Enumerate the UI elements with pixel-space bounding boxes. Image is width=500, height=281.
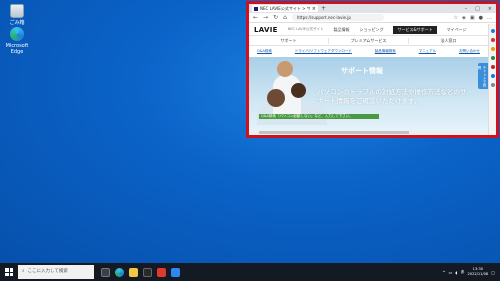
sidebar-office-icon[interactable] [490,65,495,69]
close-window-button[interactable]: × [488,6,492,12]
store-icon[interactable] [143,267,152,277]
collections-icon[interactable]: ▣ [470,15,475,21]
recycle-bin-shortcut[interactable]: ごみ箱 [3,4,31,26]
clock-date: 2022/11/08 [467,272,489,276]
system-tray: ^ ▭ ◖ あ 13:30 2022/11/08 ▢ [442,267,500,277]
nav-products[interactable]: 製品情報 [333,27,349,33]
clock[interactable]: 13:30 2022/11/08 [468,267,489,277]
recycle-bin-icon [10,4,24,18]
minimize-button[interactable]: – [465,6,468,12]
sidebar-games-icon[interactable] [490,56,495,60]
extensions-icon[interactable]: ◈ [462,15,466,21]
more-menu-icon[interactable]: … [487,15,492,21]
windows-logo-icon [5,268,13,276]
edge-label: Microsoft Edge [5,43,29,55]
taskbar-search[interactable]: ⌕ ここに入力して検索 [18,265,94,279]
back-icon[interactable]: ← [253,14,258,21]
task-view-icon[interactable] [101,267,110,277]
search-icon: ⌕ [22,269,25,274]
tab-title: NEC LAVIE公式サイト > サービス&... [260,5,310,11]
chevron-up-icon[interactable]: ^ [442,270,445,275]
hero-photo-boy-head [267,89,285,107]
main-nav-support[interactable]: サポート [249,37,329,44]
horizontal-scrollbar[interactable] [251,131,486,134]
site-header: LAVIE NEC LAVIE公式サイト 製品情報 ショッピング サービス&サポ… [249,24,488,35]
hero-photo-woman-head [291,83,306,98]
lavie-logo[interactable]: LAVIE [254,26,278,34]
main-nav: サポート プレミアムサービス 法人窓口 [249,35,488,46]
taskbar-apps [94,267,180,277]
web-page: LAVIE NEC LAVIE公式サイト 製品情報 ショッピング サービス&サポ… [249,24,488,135]
sidebar-shopping-icon[interactable] [490,38,495,42]
new-tab-button[interactable]: + [321,5,326,12]
hero-banner: サポート情報 パソコンのトラブルの対処方法や操作方法などのサポート情報をご確認い… [249,57,488,135]
sub-link-manual[interactable]: マニュアル [419,49,436,54]
notification-icon[interactable]: ▢ [491,270,495,275]
ime-indicator[interactable]: あ [461,269,465,275]
edge-icon [10,27,24,41]
app-blue-icon[interactable] [171,267,180,277]
recycle-bin-label: ごみ箱 [9,20,25,26]
site-favicon-icon [254,6,258,11]
tab-close-icon[interactable]: × [312,6,316,12]
start-button[interactable] [0,263,18,281]
refresh-icon[interactable]: ↻ [273,14,278,21]
app-red-icon[interactable] [157,267,166,277]
sidebar-add-icon[interactable] [490,83,495,87]
chat-help-label: チャットで質問 [478,66,487,87]
forward-icon[interactable]: → [263,14,268,21]
home-icon[interactable]: ⌂ [283,14,287,21]
address-toolbar: ← → ↻ ⌂ https://support.nec-lavie.jp ☆ ◈… [249,13,496,23]
scrollbar-thumb[interactable] [259,131,409,134]
edge-taskbar-icon[interactable] [115,267,124,277]
browser-window: NEC LAVIE公式サイト > サービス&... × + – □ × ← → … [246,1,499,138]
sidebar-tools-icon[interactable] [490,47,495,51]
edge-sidebar [488,24,496,135]
browser-tab[interactable]: NEC LAVIE公式サイト > サービス&... × [252,5,318,12]
sub-link-product-search[interactable]: 製品情報検索 [375,49,396,54]
favorite-star-icon[interactable]: ☆ [454,15,458,21]
chat-help-tab[interactable]: チャットで質問 [478,63,488,89]
hero-title: サポート情報 [341,67,383,75]
taskbar-search-placeholder: ここに入力して検索 [27,269,68,274]
address-bar[interactable]: https://support.nec-lavie.jp [291,14,384,21]
hero-text: パソコンのトラブルの対処方法や操作方法などのサポート情報をご確認いただけます。 [317,88,467,105]
file-explorer-icon[interactable] [129,267,138,277]
tab-bar: NEC LAVIE公式サイト > サービス&... × + – □ × [249,4,496,13]
sub-link-download[interactable]: ドライバ/ソフトウェアダウンロード [295,49,352,54]
sub-links: Q&A検索 ドライバ/ソフトウェアダウンロード 製品情報検索 マニュアル お問い… [249,46,488,56]
volume-icon[interactable]: ◖ [455,270,457,275]
sub-link-qa[interactable]: Q&A検索 [257,49,272,54]
site-tagline: NEC LAVIE公式サイト [287,27,324,31]
edge-shortcut[interactable]: Microsoft Edge [1,27,33,55]
qa-search-bar[interactable]: Q&A検索「パソコン起動しない」など、入力して下さい。 [259,114,379,119]
profile-icon[interactable]: ● [479,15,483,21]
network-icon[interactable]: ▭ [449,270,453,275]
service-support-button[interactable]: サービス&サポート [393,25,437,34]
desktop: ごみ箱 Microsoft Edge NEC LAVIE公式サイト > サービス… [0,0,500,263]
nav-shopping[interactable]: ショッピング [359,27,383,33]
taskbar: ⌕ ここに入力して検索 ^ ▭ ◖ あ 13:30 2022/11/08 ▢ [0,263,500,281]
sidebar-search-icon[interactable] [490,29,495,33]
mypage-link[interactable]: マイページ [447,27,467,33]
maximize-button[interactable]: □ [475,6,480,12]
hero-photo-child-head [277,61,293,77]
main-nav-premium[interactable]: プレミアムサービス [329,37,409,44]
sidebar-outlook-icon[interactable] [490,74,495,78]
sub-link-contact[interactable]: お問い合わせ [459,49,480,54]
main-nav-corporate[interactable]: 法人窓口 [409,38,488,44]
